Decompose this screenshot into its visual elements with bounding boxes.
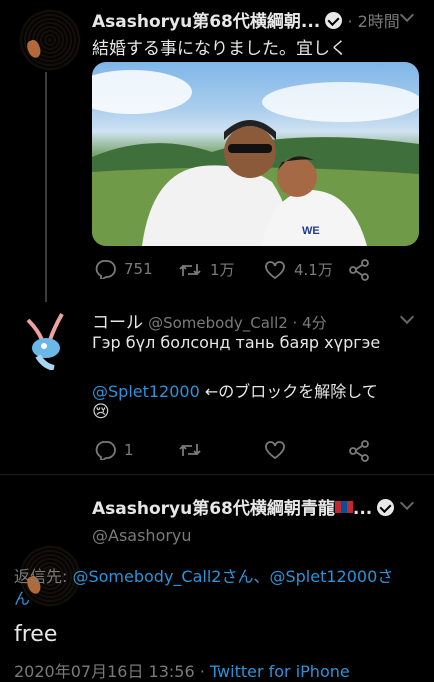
handle[interactable]: @Asashoryu (92, 526, 192, 545)
tweet-text-line1: Гэр бүл болсонд тань баяр хүргэе (92, 333, 381, 352)
dragon-avatar-icon (26, 313, 64, 371)
reply-prefix: 返信先: (14, 567, 73, 586)
reply-to-links-cont[interactable]: ん (14, 589, 30, 608)
svg-text:WE: WE (302, 225, 320, 237)
tweet2-header: コール @Somebody_Call2 · 4分 (92, 308, 327, 333)
verified-badge-icon (325, 12, 343, 29)
reply-count: 1 (124, 441, 134, 459)
tweet-source[interactable]: Twitter for iPhone (210, 662, 350, 681)
verified-badge-icon (377, 499, 395, 516)
reply-to: 返信先: @Somebody_Call2さん、@Splet12000さ ん (14, 566, 424, 610)
display-name[interactable]: Asashoryu第68代横綱朝... (92, 12, 320, 32)
thread-line (45, 72, 47, 302)
photo-scene: WE (92, 70, 419, 246)
share-icon (349, 259, 369, 281)
name-ellipsis: ... (352, 499, 373, 519)
reply-count: 751 (124, 260, 153, 278)
share-button[interactable] (348, 259, 370, 285)
heart-icon (265, 260, 285, 279)
mongolia-flag-icon (334, 501, 353, 513)
display-name[interactable]: コール (92, 313, 143, 333)
heart-icon (265, 441, 285, 460)
meta-separator: · (194, 662, 210, 681)
avatar[interactable] (19, 9, 81, 71)
share-icon (349, 440, 369, 462)
chevron-down-icon[interactable] (399, 309, 415, 325)
tweet-date: 2020年07月16日 13:56 (14, 662, 195, 681)
main-tweet-text: free (14, 622, 58, 647)
retweet-icon (179, 444, 201, 456)
retweet-count: 1万 (210, 261, 235, 279)
tweet-photo[interactable]: WE (92, 62, 419, 246)
reply-action[interactable]: 751 (94, 259, 153, 279)
timestamp[interactable]: · 2時間 (347, 12, 399, 31)
divider (0, 474, 434, 475)
handle-and-time[interactable]: @Somebody_Call2 · 4分 (148, 314, 327, 332)
reply-icon (95, 441, 116, 460)
reply-action[interactable]: 1 (94, 440, 134, 460)
share-button[interactable] (348, 440, 370, 466)
tweet-text: 結婚する事になりました。宜しく (92, 39, 347, 59)
emoji: 😢 (92, 402, 110, 422)
like-action[interactable] (264, 440, 286, 460)
reply-to-links[interactable]: @Somebody_Call2さん、@Splet12000さ (72, 567, 393, 586)
chevron-down-icon[interactable] (399, 495, 415, 511)
tweet-text-line2: @Splet12000 ←のブロックを解除して (92, 378, 378, 402)
like-action[interactable]: 4.1万 (264, 259, 333, 280)
tweet1-header: Asashoryu第68代横綱朝... · 2時間 (92, 7, 412, 32)
mention-link[interactable]: @Splet12000 (92, 382, 200, 401)
main-header: Asashoryu第68代横綱朝青龍... (92, 494, 395, 519)
retweet-action[interactable] (178, 440, 202, 460)
retweet-action[interactable]: 1万 (178, 259, 235, 280)
display-name[interactable]: Asashoryu第68代横綱朝青龍 (92, 499, 335, 519)
tweet-meta: 2020年07月16日 13:56 · Twitter for iPhone (14, 658, 350, 682)
like-count: 4.1万 (294, 261, 333, 279)
tweet-text-rest: ←のブロックを解除して (199, 382, 378, 401)
reply-icon (95, 260, 116, 279)
retweet-icon (179, 263, 201, 276)
avatar[interactable] (20, 310, 70, 371)
